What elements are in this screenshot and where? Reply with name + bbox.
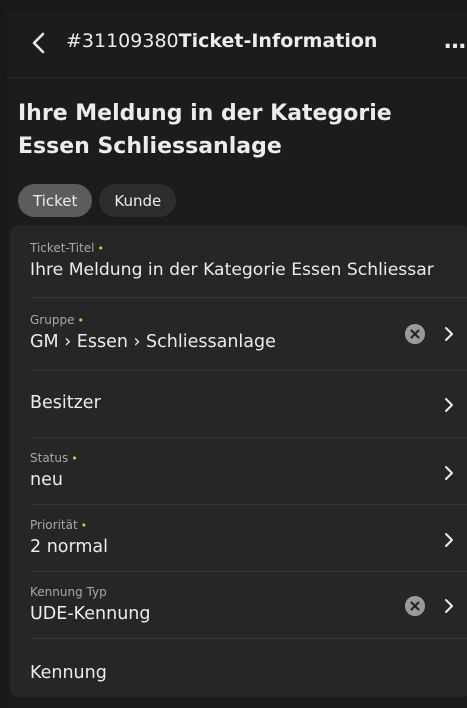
chevron-right-icon bbox=[445, 466, 453, 480]
clear-icon[interactable] bbox=[405, 596, 425, 616]
chevron-right-icon bbox=[445, 599, 453, 613]
ticket-form-card: Ticket-Titel • Ihre Meldung in der Katego… bbox=[10, 225, 467, 697]
more-options-icon[interactable]: … bbox=[444, 29, 467, 54]
back-arrow-icon[interactable] bbox=[29, 31, 49, 55]
ticket-title-value: Ihre Meldung in der Kategorie Essen Schl… bbox=[30, 260, 434, 280]
field-label: Status • bbox=[30, 451, 78, 465]
ticket-number: #31109380 bbox=[66, 30, 179, 52]
top-bar: #31109380Ticket-Information … bbox=[7, 11, 467, 78]
field-label: Ticket-Titel • bbox=[30, 241, 104, 255]
required-marker: • bbox=[71, 452, 78, 465]
status-value: neu bbox=[30, 470, 63, 490]
field-id-type[interactable]: Kennung Typ UDE-Kennung bbox=[10, 572, 467, 639]
tab-ticket[interactable]: Ticket bbox=[18, 184, 93, 217]
priority-value: 2 normal bbox=[30, 537, 109, 557]
group-value: GM › Essen › Schliessanlage bbox=[30, 332, 276, 352]
header-title-text: Ticket-Information bbox=[178, 30, 378, 52]
field-status[interactable]: Status • neu bbox=[10, 438, 467, 505]
chevron-right-icon bbox=[445, 327, 453, 341]
field-id[interactable]: Kennung bbox=[10, 639, 467, 697]
header-title: #31109380Ticket-Information bbox=[66, 30, 377, 52]
page-title: Ihre Meldung in der Kategorie Essen Schl… bbox=[18, 101, 392, 159]
required-marker: • bbox=[77, 314, 84, 327]
id-type-value: UDE-Kennung bbox=[30, 604, 151, 624]
field-ticket-title[interactable]: Ticket-Titel • Ihre Meldung in der Katego… bbox=[10, 225, 467, 298]
id-label: Kennung bbox=[30, 663, 107, 683]
required-marker: • bbox=[80, 519, 88, 532]
required-marker: • bbox=[97, 242, 104, 255]
owner-label: Besitzer bbox=[30, 393, 101, 413]
field-group[interactable]: Gruppe • GM › Essen › Schliessanlage bbox=[10, 298, 467, 371]
chevron-right-icon bbox=[445, 533, 453, 547]
chevron-right-icon bbox=[445, 398, 453, 412]
field-label: Gruppe • bbox=[30, 313, 84, 327]
field-priority[interactable]: Priorität • 2 normal bbox=[10, 505, 467, 572]
field-label: Kennung Typ bbox=[30, 585, 107, 599]
tab-bar: Ticket Kunde bbox=[18, 184, 177, 217]
field-owner[interactable]: Besitzer bbox=[10, 371, 467, 438]
tab-kunde[interactable]: Kunde bbox=[99, 184, 177, 217]
field-label: Priorität • bbox=[30, 518, 88, 532]
clear-icon[interactable] bbox=[405, 324, 425, 344]
